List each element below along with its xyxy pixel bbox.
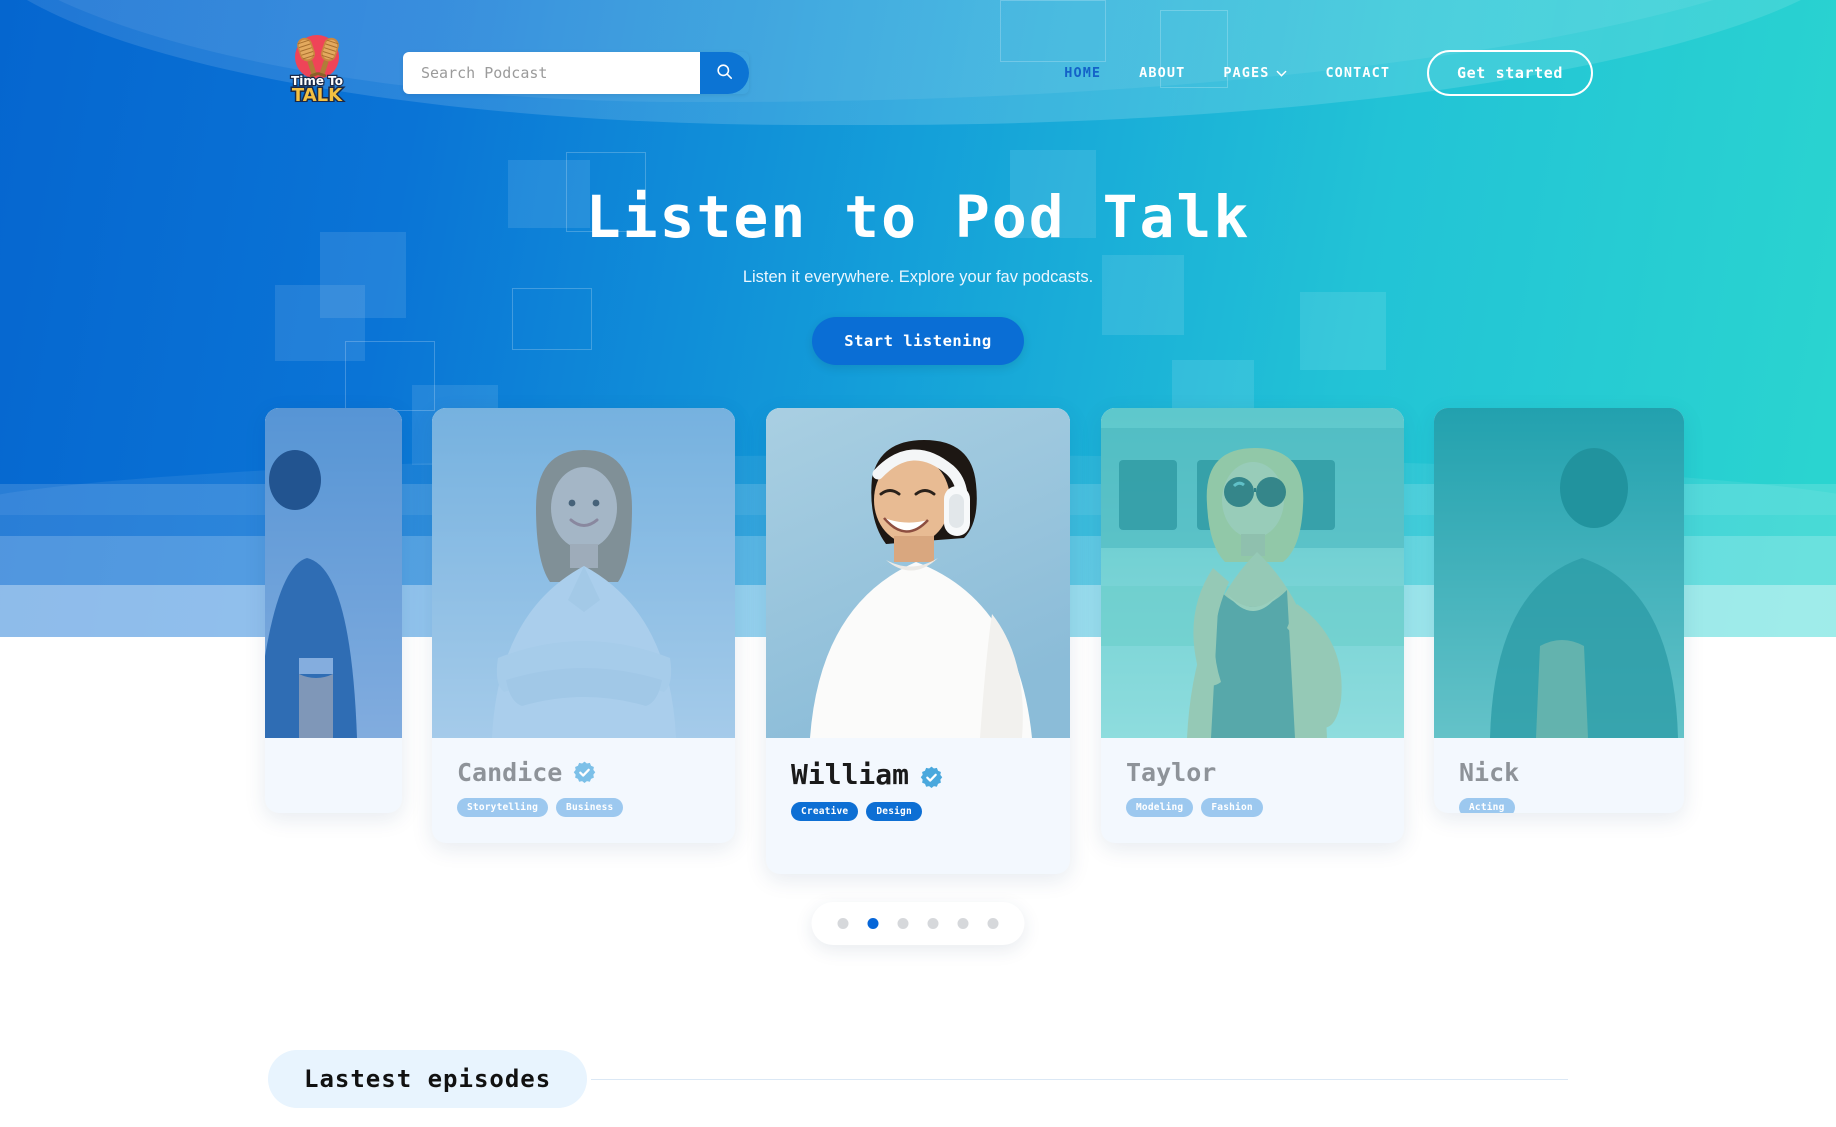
card-name: Candice [457,758,710,787]
card-tags: Storytelling Business [457,798,710,817]
card-meta: Candice Storytelling Business [432,738,735,843]
search-button[interactable] [700,52,749,94]
search-input[interactable] [403,52,700,94]
card-meta: Taylor Modeling Fashion [1101,738,1404,843]
carousel-card-william[interactable]: William Creative Design [766,408,1070,874]
carousel-dot-3[interactable] [897,918,909,929]
podcaster-carousel: Candice Storytelling Business William Cr… [0,408,1836,878]
card-meta: Nick Acting [1434,738,1684,813]
card-photo [1434,408,1684,738]
nav-label: PAGES [1223,65,1270,81]
nav-item-home[interactable]: HOME [1045,65,1120,81]
card-name: Nick [1459,758,1659,787]
tag[interactable]: Fashion [1201,798,1263,817]
section-divider [591,1078,1568,1080]
nav-label: ABOUT [1139,65,1186,81]
chevron-down-icon [1276,67,1287,78]
tag[interactable]: Modeling [1126,798,1194,817]
nav-label: CONTACT [1325,65,1391,81]
card-tags: Modeling Fashion [1126,798,1379,817]
card-tags: Creative Design [791,802,1045,821]
search-icon [715,62,734,84]
card-meta: William Creative Design [766,738,1070,847]
get-started-button[interactable]: Get started [1427,50,1593,96]
page-title: Listen to Pod Talk [585,183,1251,251]
tag[interactable]: Storytelling [457,798,549,817]
main-navigation: HOME ABOUT PAGES CONTACT Get started [1045,50,1593,96]
carousel-pagination [811,902,1025,945]
card-name: Taylor [1126,758,1379,787]
time-to-talk-logo[interactable]: Time To TALK [283,27,351,102]
carousel-dot-4[interactable] [927,918,939,929]
carousel-card-left[interactable] [265,408,402,813]
card-photo [265,408,402,738]
card-name: William [791,758,1045,791]
carousel-card-taylor[interactable]: Taylor Modeling Fashion [1101,408,1404,843]
carousel-card-nick[interactable]: Nick Acting [1434,408,1684,813]
verified-badge-icon [920,763,943,789]
carousel-dot-2[interactable] [867,918,879,929]
site-header: Time To TALK HOME ABOUT PAGES [0,0,1836,126]
latest-episodes-section: Lastest episodes [268,1049,1568,1109]
card-photo [432,408,735,738]
search-bar[interactable] [403,52,749,94]
carousel-dot-5[interactable] [957,918,969,929]
card-name-text: Taylor [1126,758,1217,787]
tag[interactable]: Creative [791,802,859,821]
hero-section: Listen to Pod Talk Listen it everywhere.… [0,185,1836,365]
start-listening-button[interactable]: Start listening [812,316,1024,365]
nav-label: HOME [1064,65,1102,81]
tag[interactable]: Acting [1459,798,1515,813]
card-tags: Acting [1459,798,1659,813]
verified-badge-icon [573,761,596,784]
carousel-card-candice[interactable]: Candice Storytelling Business [432,408,735,843]
section-heading-latest-episodes: Lastest episodes [268,1050,588,1108]
nav-item-pages[interactable]: PAGES [1204,65,1306,81]
card-name-text: William [791,758,910,791]
nav-item-about[interactable]: ABOUT [1120,65,1204,81]
card-photo [766,408,1070,738]
logo-line2: TALK [292,85,343,102]
card-name-text: Candice [457,758,563,787]
nav-item-contact[interactable]: CONTACT [1306,65,1409,81]
tag[interactable]: Design [866,802,922,821]
hero-subtitle: Listen it everywhere. Explore your fav p… [742,267,1094,286]
card-name-text: Nick [1459,758,1520,787]
carousel-dot-1[interactable] [837,918,849,929]
carousel-dot-6[interactable] [987,918,999,929]
card-meta [265,738,402,784]
card-photo [1101,408,1404,738]
tag[interactable]: Business [556,798,624,817]
